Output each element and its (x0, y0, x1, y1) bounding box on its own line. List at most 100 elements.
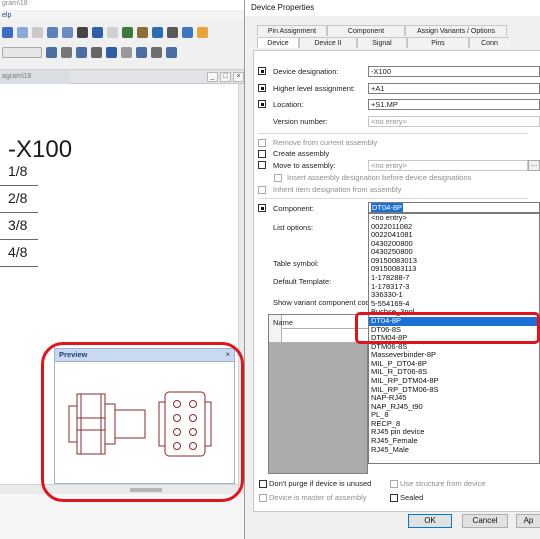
device-designation-checkbox[interactable] (258, 67, 266, 75)
show-variant-label: Show variant component code (273, 298, 374, 307)
component-dropdown-list[interactable]: <no entry> 0022011082 0022041081 0430200800… (368, 213, 540, 464)
connection-icon[interactable] (61, 46, 72, 58)
grid-row[interactable] (282, 329, 369, 343)
remove-from-assembly-label: Remove from current assembly (273, 138, 378, 147)
sealed-label: Sealed (400, 493, 424, 502)
close-button[interactable]: × (233, 72, 244, 82)
insert-icon[interactable] (167, 26, 178, 38)
sealed-checkbox[interactable] (390, 494, 398, 502)
insert-designation-checkbox[interactable] (274, 174, 282, 182)
tab-pin-assignment[interactable]: Pin Assignment (257, 25, 327, 36)
layer-dropdown[interactable] (2, 46, 42, 58)
table-symbol-label: Table symbol: (273, 259, 319, 268)
shield-icon[interactable] (151, 46, 162, 58)
scrollbar-thumb[interactable] (130, 488, 162, 492)
tab-row-upper: Pin Assignment Component Assign Variants… (257, 25, 507, 36)
grid-column-name[interactable]: Name (273, 318, 293, 327)
device-is-master-label: Device is master of assembly (269, 493, 367, 502)
undo-icon[interactable] (2, 26, 13, 38)
version-number-field[interactable]: <no entry> (368, 116, 540, 127)
dropdown-item[interactable]: NAP_RJ45_t90 (369, 402, 539, 412)
tab-device-ii[interactable]: Device II (299, 37, 357, 48)
device-icon[interactable] (76, 46, 87, 58)
create-assembly-checkbox[interactable] (258, 150, 266, 158)
connector-front-view-icon (158, 391, 212, 457)
sheet-row: 2/8 (0, 187, 38, 213)
plug-icon[interactable] (106, 46, 117, 58)
create-assembly-label: Create assembly (273, 149, 330, 158)
variant-grid[interactable]: Name (268, 314, 369, 474)
dont-purge-checkbox[interactable] (259, 480, 267, 488)
document-window-buttons: _ □ × (207, 72, 244, 82)
graphics-icon[interactable] (122, 26, 133, 38)
move-to-assembly-field[interactable]: <no entry> (368, 160, 528, 171)
toolbar-row-1 (0, 24, 248, 40)
sheet-row: 3/8 (0, 214, 38, 240)
cable-icon[interactable] (136, 46, 147, 58)
document-tab[interactable]: agram\18 (0, 70, 70, 84)
cut-icon[interactable] (137, 26, 148, 38)
preview-panel: Preview × (54, 348, 235, 484)
horizontal-scrollbar[interactable] (0, 484, 238, 494)
higher-level-assignment-checkbox[interactable] (258, 84, 266, 92)
higher-level-assignment-field[interactable]: +A1 (368, 83, 540, 94)
snap-icon[interactable] (197, 26, 208, 38)
dont-purge-label: Don't purge if device is unused (269, 479, 372, 488)
location-field[interactable]: +S1.MP (368, 99, 540, 110)
tab-signal[interactable]: Signal (357, 37, 407, 48)
zoom-in-icon[interactable] (47, 26, 58, 38)
app-title-bar: gram\18 (0, 0, 248, 10)
zoom-window-icon[interactable] (77, 26, 88, 38)
device-designation-label: Device designation: (273, 67, 339, 76)
move-to-assembly-label: Move to assembly: (273, 161, 336, 170)
menu-help[interactable]: elp (2, 12, 11, 19)
list-options-label: List options: (273, 223, 314, 232)
inherit-designation-checkbox[interactable] (258, 186, 266, 194)
component-combobox[interactable]: DT04-8P (368, 202, 540, 213)
toolbar-row-2 (0, 44, 248, 60)
location-checkbox[interactable] (258, 100, 266, 108)
preview-header: Preview × (55, 349, 234, 362)
grid-row-header[interactable] (269, 329, 282, 343)
tab-assign-variants[interactable]: Assign Variants / Options (405, 25, 507, 36)
move-to-assembly-browse-button[interactable]: … (528, 160, 540, 171)
dropdown-item[interactable]: RJ45_Male (369, 445, 539, 455)
device-is-master-checkbox[interactable] (259, 494, 267, 502)
remove-from-assembly-checkbox[interactable] (258, 139, 266, 147)
component-label: Component: (273, 204, 314, 213)
apply-button[interactable]: Ap (516, 514, 540, 528)
minimize-button[interactable]: _ (207, 72, 218, 82)
ok-button[interactable]: OK (408, 514, 452, 528)
tab-component[interactable]: Component (327, 25, 405, 36)
tab-pins[interactable]: Pins (407, 37, 469, 48)
cancel-button[interactable]: Cancel (462, 514, 508, 528)
symbol-icon[interactable] (46, 46, 57, 58)
connector-preview-drawing (68, 391, 212, 457)
menu-bar: elp (0, 10, 248, 22)
device-designation-field[interactable]: -X100 (368, 66, 540, 77)
maximize-button[interactable]: □ (220, 72, 231, 82)
redo-icon[interactable] (17, 26, 28, 38)
insert-designation-label: Insert assembly designation before devic… (287, 173, 472, 182)
sheet-row: 4/8 (0, 241, 38, 267)
zoom-all-icon[interactable] (92, 26, 103, 38)
close-icon[interactable]: × (225, 349, 230, 361)
use-structure-checkbox[interactable] (390, 480, 398, 488)
grid-icon[interactable] (182, 26, 193, 38)
status-area (0, 494, 248, 539)
document-tab-bar: agram\18 _ □ × (0, 70, 248, 84)
zoom-out-icon[interactable] (62, 26, 73, 38)
copy-icon[interactable] (152, 26, 163, 38)
connector-side-view-icon (68, 393, 146, 455)
connector-icon[interactable] (91, 46, 102, 58)
toolbar-separator-icon (32, 26, 43, 38)
tab-connections[interactable]: Conn (469, 37, 509, 48)
potential-icon[interactable] (166, 46, 177, 58)
move-to-assembly-checkbox[interactable] (258, 161, 266, 169)
divider (258, 133, 528, 134)
toolbar-separator-icon (107, 26, 118, 38)
terminal-icon[interactable] (121, 46, 132, 58)
tab-device[interactable]: Device (257, 37, 299, 48)
component-checkbox[interactable] (258, 204, 266, 212)
tab-row-lower: Device Device II Signal Pins Conn (257, 37, 509, 48)
